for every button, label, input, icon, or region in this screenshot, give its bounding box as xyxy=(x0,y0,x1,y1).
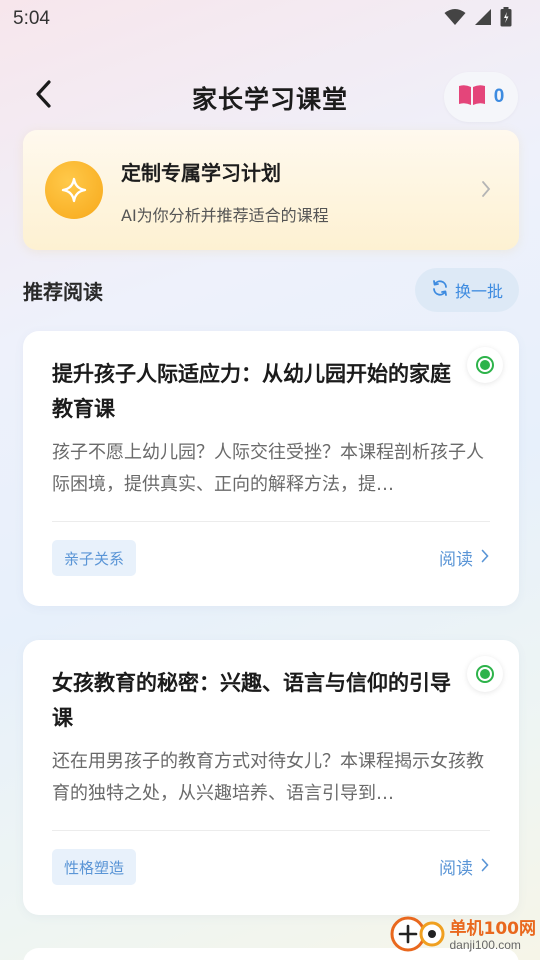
course-title: 女孩教育的秘密：兴趣、语言与信仰的引导课 xyxy=(52,671,451,730)
divider xyxy=(52,830,490,831)
chevron-right-icon xyxy=(481,857,489,877)
study-plan-card[interactable]: 定制专属学习计划 AI为你分析并推荐适合的课程 xyxy=(23,130,519,250)
header: 家长学习课堂 0 xyxy=(0,70,540,124)
plan-title: 定制专属学习计划 xyxy=(121,161,281,185)
selected-radio-icon[interactable] xyxy=(467,347,503,383)
refresh-label: 换一批 xyxy=(454,282,503,301)
watermark-url: danji100.com xyxy=(449,937,521,952)
chevron-right-icon xyxy=(481,180,491,202)
status-icons xyxy=(444,7,512,31)
wifi-icon xyxy=(444,8,466,30)
selected-radio-icon[interactable] xyxy=(467,656,503,692)
book-count: 0 xyxy=(493,86,505,107)
read-button[interactable]: 阅读 xyxy=(439,545,489,570)
course-card[interactable]: 女孩教育的秘密：兴趣、语言与信仰的引导课 还在用男孩子的教育方式对待女儿？本课程… xyxy=(23,640,519,915)
read-label: 阅读 xyxy=(439,859,473,879)
status-bar: 5:04 xyxy=(0,0,540,38)
watermark-text: 单机100网 danji100.com xyxy=(450,920,537,952)
section-title: 推荐阅读 xyxy=(23,280,103,304)
watermark-name: 单机100网 xyxy=(449,919,537,940)
refresh-icon xyxy=(431,279,449,301)
read-button[interactable]: 阅读 xyxy=(439,854,489,879)
course-title: 提升孩子人际适应力：从幼儿园开始的家庭教育课 xyxy=(52,362,451,421)
watermark-logo-icon xyxy=(390,914,446,958)
read-label: 阅读 xyxy=(439,550,473,570)
plan-subtitle: AI为你分析并推荐适合的课程 xyxy=(121,206,329,225)
divider xyxy=(52,521,490,522)
course-card[interactable]: 提升孩子人际适应力：从幼儿园开始的家庭教育课 孩子不愿上幼儿园？人际交往受挫？本… xyxy=(23,331,519,606)
watermark: 单机100网 danji100.com xyxy=(390,914,537,958)
signal-icon xyxy=(474,8,492,30)
course-description: 还在用男孩子的教育方式对待女儿？本课程揭示女孩教育的独特之处，从兴趣培养、语言引… xyxy=(52,751,484,804)
battery-icon xyxy=(500,7,512,31)
bookshelf-button[interactable]: 0 xyxy=(444,72,518,122)
sparkle-icon xyxy=(45,161,103,219)
course-tag[interactable]: 性格塑造 xyxy=(52,849,137,885)
chevron-right-icon xyxy=(481,548,489,568)
book-icon xyxy=(458,84,486,110)
course-description: 孩子不愿上幼儿园？人际交往受挫？本课程剖析孩子人际困境，提供真实、正向的解释方法… xyxy=(52,442,484,495)
course-tag[interactable]: 亲子关系 xyxy=(52,540,137,576)
refresh-button[interactable]: 换一批 xyxy=(415,268,519,312)
status-time: 5:04 xyxy=(13,8,50,29)
